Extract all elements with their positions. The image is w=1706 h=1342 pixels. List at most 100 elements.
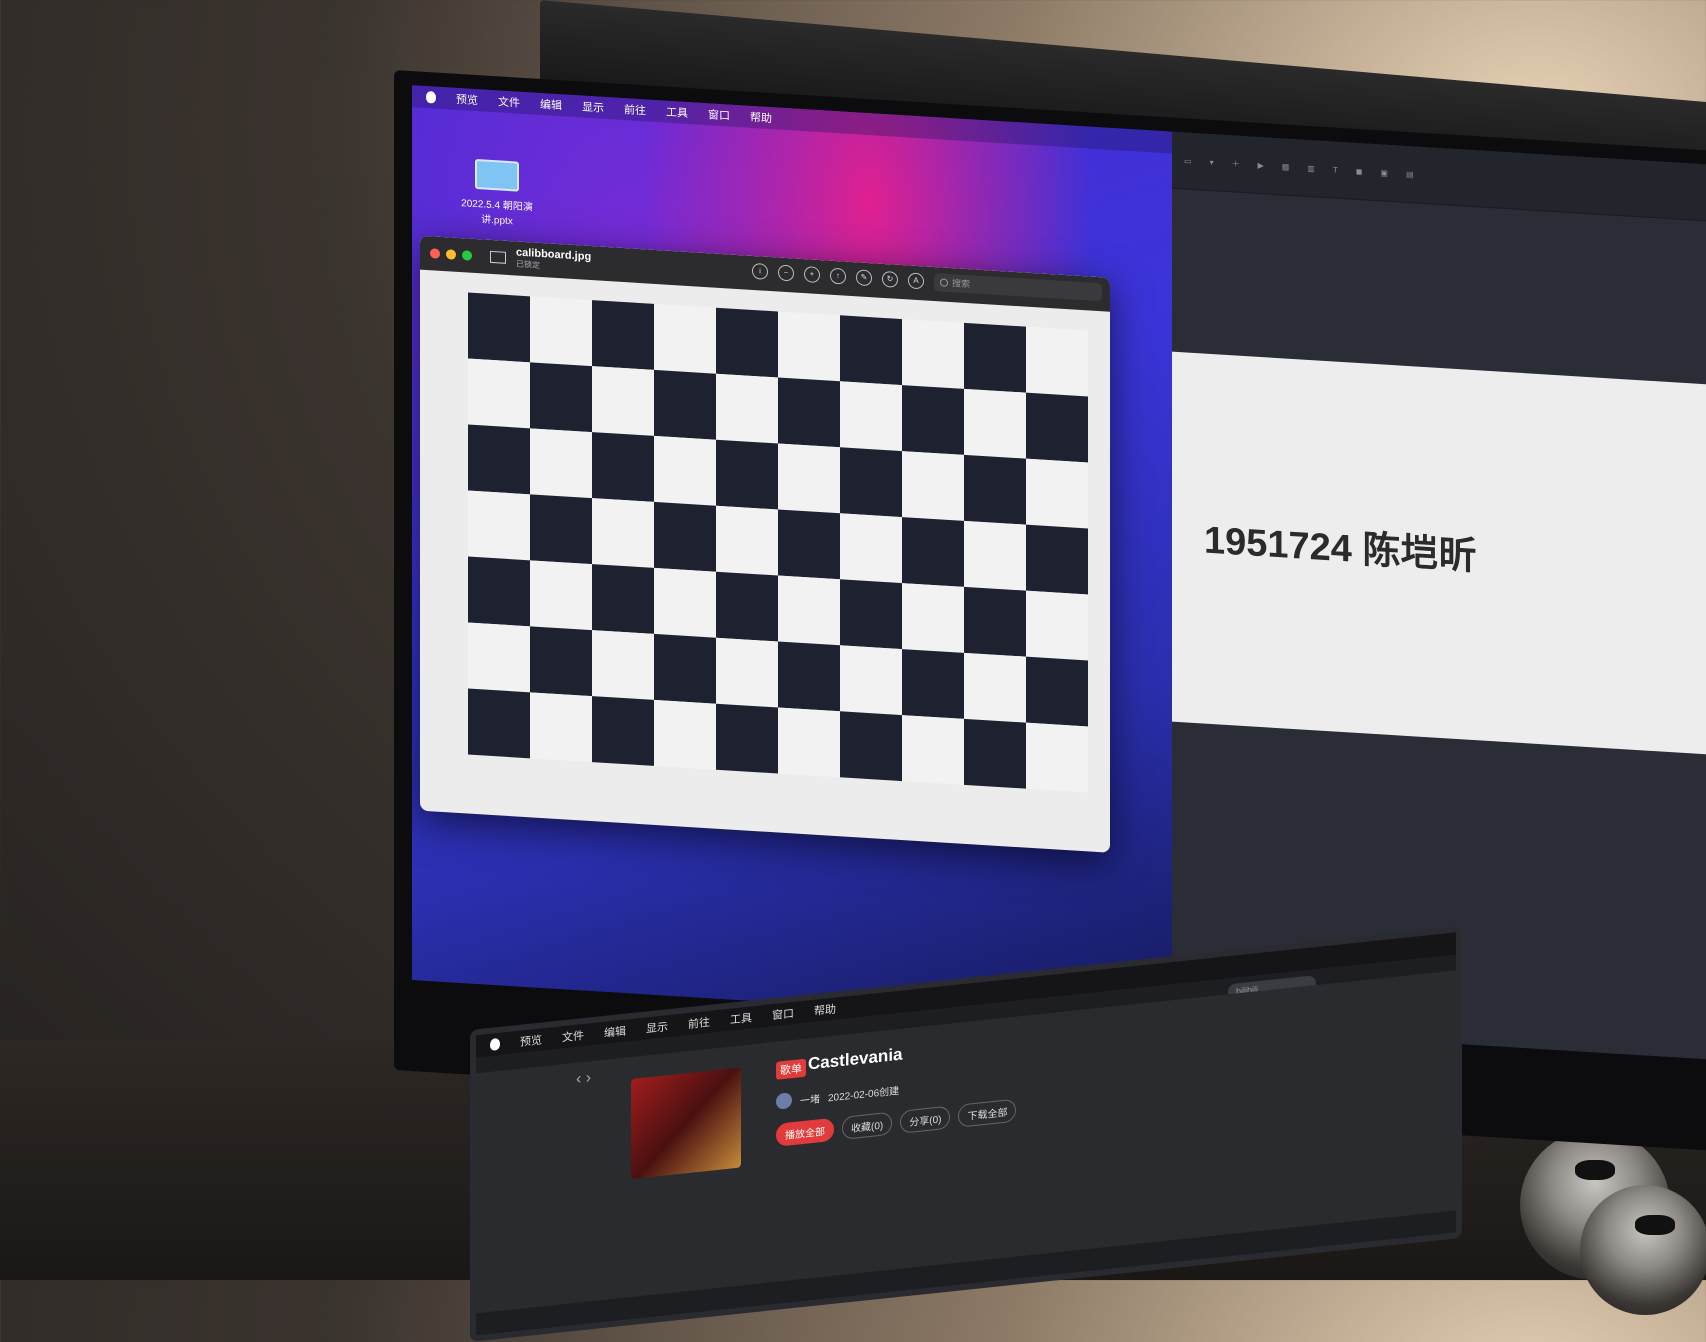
play-icon[interactable]: ▶ [1258, 160, 1264, 169]
playlist-cover[interactable] [631, 1067, 741, 1180]
checker-square [902, 649, 964, 719]
checker-square [654, 699, 716, 770]
checker-square [778, 641, 840, 712]
checker-square [468, 490, 530, 561]
checker-square [778, 377, 840, 448]
checker-square [468, 424, 530, 495]
checker-square [778, 509, 840, 580]
menu-tools[interactable]: 工具 [666, 104, 688, 121]
checker-square [530, 494, 592, 565]
checker-square [840, 645, 902, 716]
view-icon[interactable]: ▭ [1184, 156, 1192, 165]
lt-menu-tools[interactable]: 工具 [730, 1009, 752, 1027]
playlist-title: Castlevania [808, 1044, 903, 1074]
lt-menu-edit[interactable]: 编辑 [604, 1023, 626, 1041]
checker-square [654, 501, 716, 572]
info-icon[interactable]: i [752, 262, 768, 280]
checker-square [778, 707, 840, 778]
favorite-button[interactable]: 收藏(0) [842, 1111, 893, 1140]
zoom-icon[interactable]: ▾ [1210, 157, 1214, 166]
checker-square [964, 388, 1026, 459]
apple-icon[interactable] [426, 90, 436, 104]
lt-menu-go[interactable]: 前往 [688, 1014, 710, 1032]
checker-square [1026, 656, 1088, 727]
lt-menu-file[interactable]: 文件 [562, 1027, 584, 1045]
share-button[interactable]: 分享(0) [900, 1105, 951, 1134]
checker-square [530, 296, 592, 367]
checker-square [902, 715, 964, 785]
desktop-file-pptx[interactable]: 2022.5.4 朝阳演讲.pptx [452, 158, 542, 230]
created-date: 2022-02-06创建 [828, 1085, 900, 1104]
checker-square [654, 369, 716, 440]
checker-square [530, 428, 592, 499]
menu-edit[interactable]: 编辑 [540, 96, 562, 113]
lt-menu-window[interactable]: 窗口 [772, 1005, 794, 1023]
markup-icon[interactable]: ✎ [856, 269, 872, 287]
checker-square [902, 517, 964, 587]
menu-help[interactable]: 帮助 [750, 109, 772, 126]
lt-menu-view[interactable]: 显示 [646, 1018, 668, 1036]
checker-square [592, 564, 654, 634]
checker-square [716, 373, 778, 444]
checker-square [468, 292, 530, 363]
apple-icon[interactable] [490, 1037, 500, 1051]
creator-name[interactable]: 一堵 [800, 1090, 820, 1107]
avatar[interactable] [776, 1092, 792, 1110]
checker-square [530, 692, 592, 763]
checker-square [654, 633, 716, 704]
slide-canvas: 1951724 陈垲昕 [1172, 351, 1706, 755]
checker-square [592, 630, 654, 700]
menu-file[interactable]: 文件 [498, 93, 520, 110]
checker-square [468, 688, 530, 759]
checker-square [654, 435, 716, 506]
lt-menu-preview[interactable]: 预览 [520, 1031, 542, 1049]
checker-square [902, 583, 964, 653]
zoom-button[interactable] [462, 250, 472, 261]
pptx-file-icon [475, 158, 519, 192]
checker-square [1026, 392, 1088, 463]
comment-icon[interactable]: ▤ [1406, 169, 1414, 178]
download-all-button[interactable]: 下载全部 [958, 1098, 1017, 1128]
checker-square [840, 381, 902, 452]
add-slide-icon[interactable]: ＋ [1232, 158, 1240, 169]
slide-title: 1951724 陈垲昕 [1204, 519, 1477, 579]
checker-square [468, 622, 530, 693]
shape-icon[interactable]: ◼ [1356, 166, 1363, 175]
checker-square [592, 300, 654, 370]
menu-go[interactable]: 前往 [624, 101, 646, 118]
preview-window: calibboard.jpg 已锁定 i − + ↑ ✎ ↻ A 搜索 [420, 235, 1110, 853]
checker-square [1026, 722, 1088, 793]
zoom-out-icon[interactable]: − [778, 264, 794, 282]
minimize-button[interactable] [446, 249, 456, 260]
menu-preview[interactable]: 预览 [456, 91, 478, 108]
lt-menu-help[interactable]: 帮助 [814, 1001, 836, 1019]
share-icon[interactable]: ↑ [830, 267, 846, 285]
checker-square [654, 567, 716, 638]
zoom-in-icon[interactable]: + [804, 266, 820, 284]
checker-square [1026, 590, 1088, 661]
menu-window[interactable]: 窗口 [708, 106, 730, 123]
checker-square [778, 575, 840, 646]
text-icon[interactable]: T [1333, 165, 1338, 174]
checker-square [1026, 524, 1088, 595]
checker-square [778, 443, 840, 514]
sidebar-toggle-icon[interactable] [490, 250, 506, 264]
rotate-icon[interactable]: ↻ [882, 270, 898, 288]
checker-square [716, 571, 778, 642]
checker-square [592, 696, 654, 766]
play-all-button[interactable]: 播放全部 [776, 1117, 834, 1147]
checker-square [902, 319, 964, 389]
chart-icon[interactable]: ▥ [1307, 163, 1315, 172]
checker-square [592, 498, 654, 568]
search-input[interactable]: 搜索 [934, 273, 1102, 302]
checker-square [902, 451, 964, 521]
menu-view[interactable]: 显示 [582, 98, 604, 115]
annotate-icon[interactable]: A [908, 272, 924, 290]
close-button[interactable] [430, 248, 440, 259]
table-icon[interactable]: ▦ [1282, 162, 1290, 171]
checker-square [592, 432, 654, 502]
back-forward-icon[interactable]: ‹ › [576, 1069, 591, 1089]
checker-square [468, 358, 530, 429]
checker-square [654, 303, 716, 374]
media-icon[interactable]: ▣ [1380, 168, 1388, 177]
